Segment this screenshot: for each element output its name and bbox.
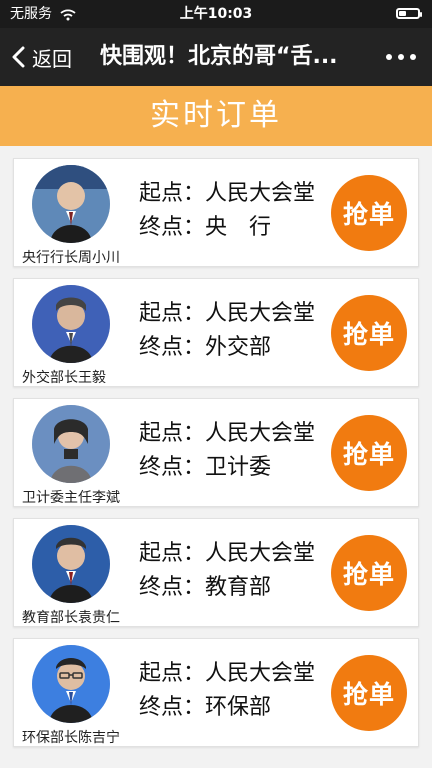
- end-location: 终点：环保部: [139, 695, 272, 720]
- status-left: 无服务: [10, 0, 76, 28]
- page-title: 快围观！北京的哥“舌...: [100, 44, 338, 69]
- status-bar: 无服务 上午10:03: [0, 0, 432, 28]
- back-label: 返回: [32, 46, 72, 71]
- avatar: [32, 525, 110, 603]
- start-location: 起点：人民大会堂: [139, 541, 316, 566]
- end-location: 终点：卫计委: [139, 455, 272, 480]
- route-lines: 起点：人民大会堂 终点：外交部: [139, 297, 334, 365]
- end-location: 终点：央 行: [139, 215, 272, 240]
- more-dot: [398, 54, 404, 60]
- grab-order-button[interactable]: 抢单: [331, 175, 407, 251]
- route-lines: 起点：人民大会堂 终点：央 行: [139, 177, 334, 245]
- order-card: 外交部长王毅 起点：人民大会堂 终点：外交部 抢单: [13, 278, 419, 387]
- route-lines: 起点：人民大会堂 终点：卫计委: [139, 417, 334, 485]
- start-location: 起点：人民大会堂: [139, 181, 316, 206]
- start-location: 起点：人民大会堂: [139, 421, 316, 446]
- avatar: [32, 645, 110, 723]
- person-avatar-icon: [32, 645, 110, 723]
- person-avatar-icon: [32, 285, 110, 363]
- start-location: 起点：人民大会堂: [139, 301, 316, 326]
- status-time: 上午10:03: [179, 6, 253, 22]
- order-card: 央行行长周小川 起点：人民大会堂 终点：央 行 抢单: [13, 158, 419, 267]
- chevron-left-icon: [12, 46, 25, 68]
- person-label: 卫计委主任李斌: [22, 490, 120, 506]
- person-label: 外交部长王毅: [22, 370, 106, 386]
- end-location: 终点：教育部: [139, 575, 272, 600]
- person-avatar-icon: [32, 525, 110, 603]
- route-lines: 起点：人民大会堂 终点：教育部: [139, 537, 334, 605]
- avatar: [32, 405, 110, 483]
- more-dot: [386, 54, 392, 60]
- nav-bar: 返回 快围观！北京的哥“舌...: [0, 28, 432, 86]
- grab-order-button[interactable]: 抢单: [331, 295, 407, 371]
- order-card: 卫计委主任李斌 起点：人民大会堂 终点：卫计委 抢单: [13, 398, 419, 507]
- route-lines: 起点：人民大会堂 终点：环保部: [139, 657, 334, 725]
- person-label: 环保部长陈吉宁: [22, 730, 120, 746]
- back-button[interactable]: 返回: [10, 28, 72, 86]
- order-card: 环保部长陈吉宁 起点：人民大会堂 终点：环保部 抢单: [13, 638, 419, 747]
- order-card: 教育部长袁贵仁 起点：人民大会堂 终点：教育部 抢单: [13, 518, 419, 627]
- orange-banner: 实时订单: [0, 86, 432, 146]
- start-location: 起点：人民大会堂: [139, 661, 316, 686]
- end-location: 终点：外交部: [139, 335, 272, 360]
- more-dot: [410, 54, 416, 60]
- avatar: [32, 165, 110, 243]
- grab-order-button[interactable]: 抢单: [331, 655, 407, 731]
- battery-icon: [396, 8, 422, 19]
- carrier-text: 无服务: [10, 6, 52, 22]
- person-avatar-icon: [32, 405, 110, 483]
- more-dots-button[interactable]: [386, 28, 416, 86]
- wifi-icon: [60, 9, 76, 21]
- person-avatar-icon: [32, 165, 110, 243]
- order-list: 央行行长周小川 起点：人民大会堂 终点：央 行 抢单 外交部长王毅 起点：人民大…: [0, 146, 432, 747]
- person-label: 教育部长袁贵仁: [22, 610, 120, 626]
- grab-order-button[interactable]: 抢单: [331, 415, 407, 491]
- grab-order-button[interactable]: 抢单: [331, 535, 407, 611]
- avatar: [32, 285, 110, 363]
- person-label: 央行行长周小川: [22, 250, 120, 266]
